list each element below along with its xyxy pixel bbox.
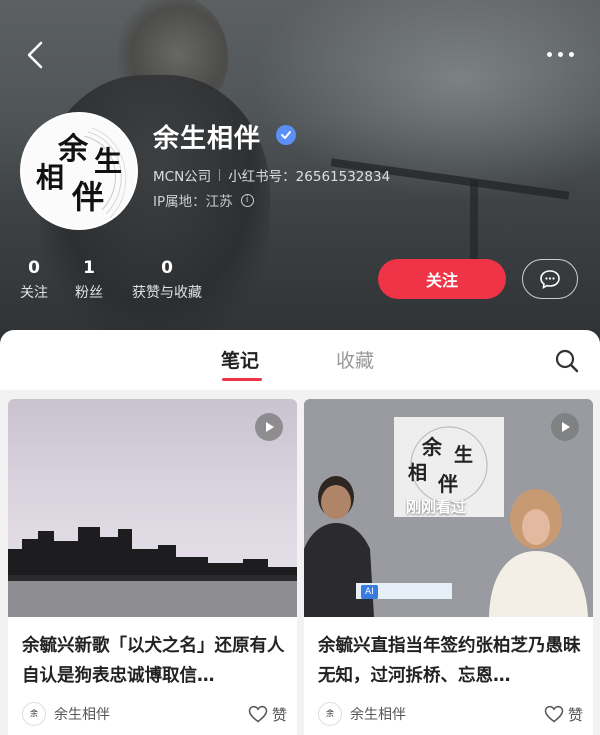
play-icon [562,422,570,432]
search-button[interactable] [553,347,581,375]
company-label: MCN公司 [153,169,212,185]
note-card[interactable]: 余 生 相 伴 AI 刚刚看过 余毓兴直指当年签约张柏芝乃愚昧无知，过河拆桥、忘… [304,399,593,735]
ip-location: IP属地：江苏 [153,194,233,210]
svg-text:余: 余 [421,435,443,459]
profile-header: 余 生 相 伴 余生相伴 MCN公司 小红书号：26561532834 IP属地… [0,0,600,345]
stat-following[interactable]: 0 关注 [20,258,48,302]
meta-divider [219,169,221,181]
stat-following-label: 关注 [20,285,48,301]
avatar-logo-char-3: 相 [36,161,65,194]
note-author-row: 余 余生相伴 赞 [318,701,583,727]
note-title[interactable]: 余毓兴新歌「以犬之名」还原有人自认是狗表忠诚博取信… [22,631,287,691]
note-cover-image[interactable] [8,399,297,617]
stat-followers[interactable]: 1 粉丝 [75,258,103,302]
tab-collections[interactable]: 收藏 [336,346,374,373]
back-button[interactable] [18,38,52,72]
search-icon [555,349,579,373]
svg-text:生: 生 [454,443,473,466]
avatar-logo-char-4: 伴 [72,178,105,216]
content-tabs: 笔记 收藏 [0,330,600,390]
message-button[interactable] [522,259,578,299]
background-railing-post [470,180,478,270]
stat-followers-count: 1 [83,258,95,278]
like-button[interactable]: 赞 [248,704,287,725]
verified-icon [281,131,291,139]
svg-text:伴: 伴 [437,472,458,496]
stat-following-count: 0 [28,258,40,278]
xhs-id[interactable]: 小红书号：26561532834 [228,165,390,185]
heart-icon [544,705,564,723]
video-indicator [551,413,579,441]
stat-likes-label: 获赞与收藏 [132,285,202,301]
more-icon [546,51,552,57]
notes-feed: 余毓兴新歌「以犬之名」还原有人自认是狗表忠诚博取信… 余 余生相伴 赞 余 生 [0,390,600,735]
note-title[interactable]: 余毓兴直指当年签约张柏芝乃愚昧无知，过河拆桥、忘恩… [318,631,583,691]
author-avatar[interactable]: 余 [318,702,342,726]
profile-avatar[interactable]: 余 生 相 伴 [20,112,138,230]
author-avatar[interactable]: 余 [22,702,46,726]
back-icon [27,41,43,69]
heart-icon [248,705,268,723]
more-icon-dot [568,51,574,57]
author-name[interactable]: 余生相伴 [54,704,110,724]
note-cover-image[interactable]: 余 生 相 伴 AI 刚刚看过 [304,399,593,617]
profile-meta: MCN公司 小红书号：26561532834 [153,165,390,185]
note-author-row: 余 余生相伴 赞 [22,701,287,727]
ai-badge: AI [361,585,378,599]
play-icon [266,422,274,432]
like-label: 赞 [271,705,287,724]
stat-likes-collects[interactable]: 0 获赞与收藏 [132,258,202,302]
author-name[interactable]: 余生相伴 [350,704,406,724]
ip-location-row[interactable]: IP属地：江苏 i [153,190,254,210]
follow-button[interactable]: 关注 [378,259,506,299]
like-label: 赞 [567,705,583,724]
profile-nickname: 余生相伴 [153,124,262,154]
tab-notes[interactable]: 笔记 [221,346,259,373]
video-indicator [255,413,283,441]
more-button[interactable] [540,42,580,66]
message-icon [540,270,560,289]
stat-followers-label: 粉丝 [75,285,103,301]
info-icon: i [240,193,254,207]
more-icon-dot [557,51,563,57]
note-card[interactable]: 余毓兴新歌「以犬之名」还原有人自认是狗表忠诚博取信… 余 余生相伴 赞 [8,399,297,735]
like-button[interactable]: 赞 [544,704,583,725]
active-tab-indicator [222,378,262,381]
cover-skyline-illustration [8,399,297,617]
stat-likes-count: 0 [161,258,173,278]
recently-viewed-overlay: 刚刚看过 [406,498,467,516]
verified-badge [276,125,296,145]
svg-text:相: 相 [408,462,427,484]
